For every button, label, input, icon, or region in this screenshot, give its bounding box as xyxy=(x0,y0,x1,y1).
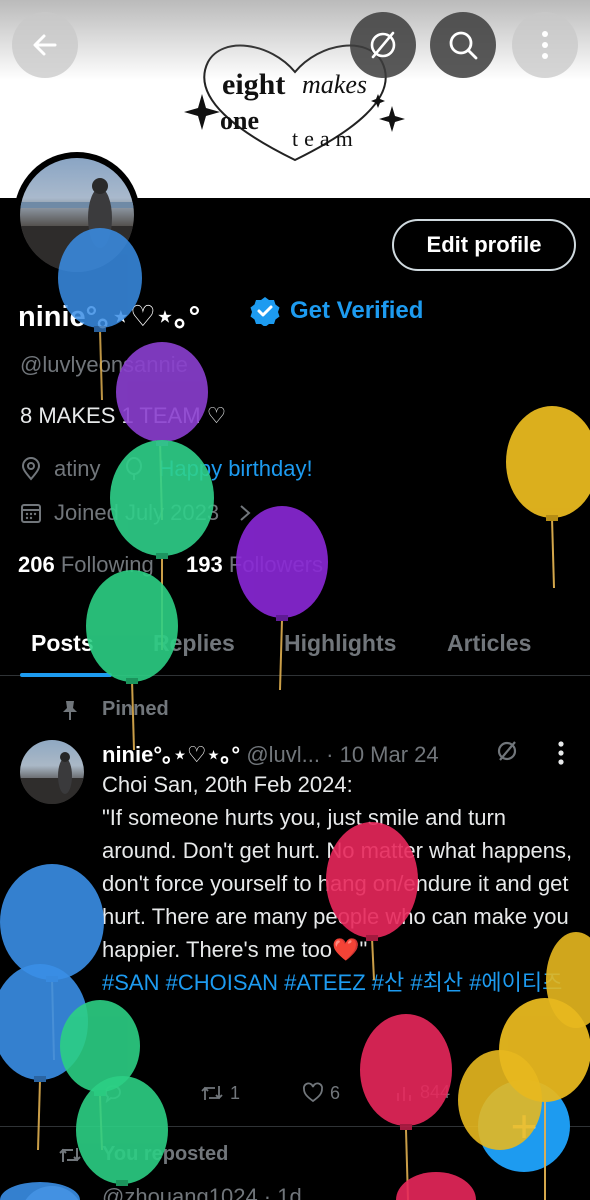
post-text-line1: Choi San, 20th Feb 2024: xyxy=(102,772,353,797)
repost-count: 1 xyxy=(230,1082,241,1103)
profile-joined-row: Joined July 2023 xyxy=(20,500,265,526)
like-button[interactable]: 6 xyxy=(302,1082,340,1104)
slashed-circle-icon[interactable] xyxy=(494,738,520,764)
logo-text-team: team xyxy=(292,126,359,151)
pinned-label: Pinned xyxy=(102,698,169,720)
pin-icon xyxy=(63,701,77,720)
post-author-name[interactable]: ninie°｡⋆♡⋆｡° xyxy=(102,742,240,767)
compose-post-button[interactable]: + xyxy=(478,1080,570,1172)
heart-icon xyxy=(303,1082,323,1103)
follow-counts: 206 Following 193 Followers xyxy=(18,552,323,578)
profile-handle: @luvlyeonsannie xyxy=(20,352,188,377)
post-more-icon[interactable] xyxy=(556,740,566,766)
logo-text-one: one xyxy=(220,106,259,135)
back-button[interactable] xyxy=(12,12,78,78)
view-count: 844 xyxy=(420,1082,451,1102)
search-icon xyxy=(449,31,478,60)
repost-icon xyxy=(59,1148,81,1162)
red-heart-emoji: ❤️ xyxy=(332,937,360,962)
views-button[interactable]: 844 xyxy=(394,1082,450,1103)
arrow-left-icon xyxy=(33,34,57,56)
balloon-yellow-1 xyxy=(506,406,590,589)
profile-bio: 8 MAKES 1 TEAM ♡ xyxy=(20,403,227,428)
balloon-blue-3 xyxy=(0,964,88,1151)
next-post-avatar[interactable] xyxy=(20,1186,84,1200)
post-text[interactable]: Choi San, 20th Feb 2024: "If someone hur… xyxy=(102,768,580,999)
balloon-red-3 xyxy=(396,1172,476,1200)
reply-icon xyxy=(105,1085,121,1104)
post-header: ninie°｡⋆♡⋆｡° @luvl... · 10 Mar 24 xyxy=(102,737,439,769)
banner-gradient xyxy=(0,0,590,80)
more-vertical-icon xyxy=(542,31,548,59)
location-pin-icon xyxy=(21,457,41,481)
verified-badge-icon[interactable] xyxy=(250,296,280,326)
following-link[interactable]: 206 Following xyxy=(18,552,154,577)
following-count: 206 xyxy=(18,552,55,577)
birthday-link[interactable]: Happy birthday! xyxy=(158,456,312,482)
followers-count: 193 xyxy=(186,552,223,577)
slashed-circle-icon xyxy=(370,31,396,59)
repost-icon xyxy=(201,1086,223,1100)
reply-button[interactable] xyxy=(102,1082,130,1104)
balloon-green-3 xyxy=(60,1000,140,1151)
calendar-icon xyxy=(21,504,41,523)
edit-profile-button[interactable]: Edit profile xyxy=(392,219,576,271)
followers-label: Followers xyxy=(228,552,324,577)
post-date[interactable]: · 10 Mar 24 xyxy=(326,742,439,767)
post-text-quote: "If someone hurts you, just smile and tu… xyxy=(102,801,580,966)
search-button[interactable] xyxy=(430,12,496,78)
profile-tabs: Posts Replies Highlights Articles xyxy=(0,612,590,676)
tab-replies[interactable]: Replies xyxy=(153,630,235,657)
like-count: 6 xyxy=(330,1082,341,1103)
hidden-post-button[interactable] xyxy=(350,12,416,78)
post-author-avatar[interactable] xyxy=(20,740,84,804)
more-options-button[interactable] xyxy=(512,12,578,78)
get-verified-link[interactable]: Get Verified xyxy=(290,297,423,325)
post-hashtags[interactable]: #SAN #CHOISAN #ATEEZ #산 #최산 #에이티즈 xyxy=(102,966,580,999)
profile-location-row: atiny Happy birthday! xyxy=(20,456,313,482)
balloon-blue-2 xyxy=(0,864,104,1061)
followers-link[interactable]: 193 Followers xyxy=(186,552,323,577)
tab-articles[interactable]: Articles xyxy=(447,630,531,657)
plus-icon: + xyxy=(510,1100,538,1152)
reposted-label: You reposted xyxy=(102,1143,229,1165)
avatar xyxy=(20,158,134,272)
tab-highlights[interactable]: Highlights xyxy=(284,630,396,657)
post-quote-end: " xyxy=(359,937,368,962)
bar-chart-icon xyxy=(397,1086,411,1101)
active-tab-indicator xyxy=(20,673,112,677)
repost-button[interactable]: 1 xyxy=(200,1082,240,1104)
profile-location: atiny xyxy=(54,456,101,481)
chevron-right-icon xyxy=(240,505,251,521)
next-post-handle[interactable]: @zhouang1024 · 1d xyxy=(102,1184,302,1200)
profile-display-name: ninie°｡⋆♡⋆｡° xyxy=(18,301,201,333)
post-author-handle[interactable]: @luvl... xyxy=(246,742,320,767)
balloon-icon xyxy=(126,457,143,480)
profile-joined: Joined July 2023 xyxy=(54,500,220,525)
tab-posts[interactable]: Posts xyxy=(31,630,94,657)
following-label: Following xyxy=(60,552,154,577)
profile-avatar-frame[interactable] xyxy=(14,152,140,278)
